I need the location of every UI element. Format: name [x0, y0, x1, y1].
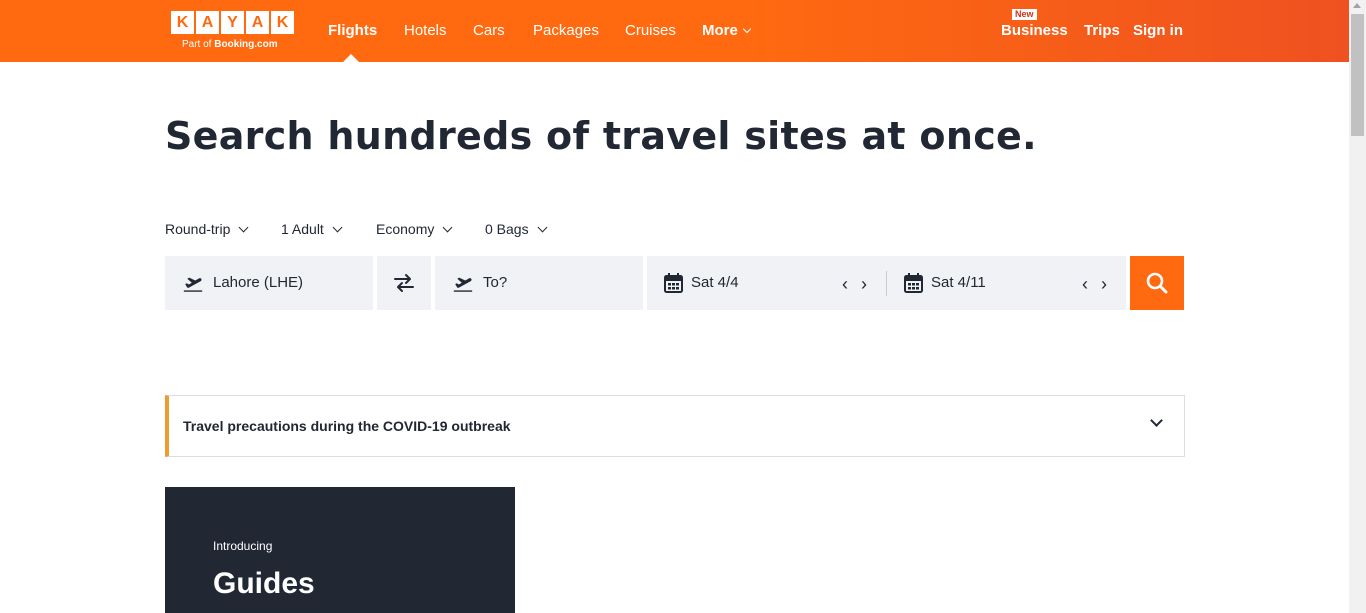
travelers-label: 1 Adult [281, 221, 324, 237]
nav-more[interactable]: More [702, 22, 752, 39]
depart-date-value: Sat 4/4 [691, 274, 739, 291]
next-return-date-button[interactable]: › [1101, 274, 1107, 295]
nav-flights[interactable]: Flights [328, 22, 377, 39]
kayak-logo[interactable]: K A Y A K Part of Booking.com [171, 11, 297, 53]
guides-promo-card[interactable]: Introducing Guides [165, 487, 515, 613]
nav-trips[interactable]: Trips [1084, 22, 1120, 39]
logo-subtitle: Part of Booking.com [182, 39, 278, 50]
calendar-icon [664, 273, 683, 293]
chevron-down-icon [238, 222, 249, 233]
chevron-down-icon[interactable] [1150, 414, 1163, 427]
cabin-class-dropdown[interactable]: Economy [376, 221, 453, 237]
cabin-class-label: Economy [376, 221, 435, 237]
nav-cars[interactable]: Cars [473, 22, 505, 39]
bags-dropdown[interactable]: 0 Bags [485, 221, 548, 237]
logo-letter: K [171, 11, 194, 34]
guides-intro-text: Introducing [213, 539, 273, 553]
date-divider [886, 271, 887, 296]
nav-hotels[interactable]: Hotels [404, 22, 447, 39]
next-depart-date-button[interactable]: › [861, 274, 867, 295]
origin-field[interactable]: Lahore (LHE) [165, 256, 373, 310]
destination-placeholder: To? [483, 274, 508, 291]
logo-letter: Y [221, 11, 244, 34]
covid-notice[interactable]: Travel precautions during the COVID-19 o… [165, 395, 1185, 457]
logo-letter: A [196, 11, 219, 34]
nav-more-label: More [702, 22, 738, 39]
logo-subtitle-brand: Booking.com [214, 39, 278, 50]
logo-letters: K A Y A K [171, 11, 297, 34]
origin-value: Lahore (LHE) [213, 274, 304, 291]
covid-notice-text: Travel precautions during the COVID-19 o… [183, 418, 511, 434]
chevron-down-icon [332, 222, 343, 233]
travelers-dropdown[interactable]: 1 Adult [281, 221, 343, 237]
bags-label: 0 Bags [485, 221, 529, 237]
chevron-down-icon [742, 24, 752, 34]
destination-field[interactable]: To? [435, 256, 643, 310]
scroll-up-arrow-icon[interactable] [1353, 3, 1361, 8]
plane-takeoff-icon [183, 277, 203, 292]
nav-business[interactable]: Business [1001, 22, 1068, 39]
search-icon [1146, 272, 1168, 294]
plane-landing-icon [453, 277, 473, 292]
logo-letter: A [246, 11, 269, 34]
return-date-value: Sat 4/11 [931, 274, 986, 291]
page-headline: Search hundreds of travel sites at once. [165, 114, 1037, 158]
prev-depart-date-button[interactable]: ‹ [842, 274, 848, 295]
nav-cruises[interactable]: Cruises [625, 22, 676, 39]
swap-arrows-icon [394, 274, 414, 292]
guides-title: Guides [213, 567, 315, 600]
sign-in-link[interactable]: Sign in [1133, 22, 1183, 39]
logo-letter: K [271, 11, 294, 34]
search-button[interactable] [1130, 256, 1184, 310]
swap-airports-button[interactable] [377, 256, 431, 310]
top-navigation-bar: K A Y A K Part of Booking.com Flights Ho… [0, 0, 1349, 62]
new-badge: New [1012, 9, 1037, 20]
nav-packages[interactable]: Packages [533, 22, 599, 39]
chevron-down-icon [537, 222, 548, 233]
active-tab-indicator [343, 54, 359, 62]
chevron-down-icon [442, 222, 453, 233]
trip-type-label: Round-trip [165, 221, 231, 237]
calendar-icon [904, 273, 923, 293]
scrollbar-thumb[interactable] [1351, 14, 1364, 136]
prev-return-date-button[interactable]: ‹ [1082, 274, 1088, 295]
logo-subtitle-prefix: Part of [182, 39, 215, 50]
trip-type-dropdown[interactable]: Round-trip [165, 221, 249, 237]
